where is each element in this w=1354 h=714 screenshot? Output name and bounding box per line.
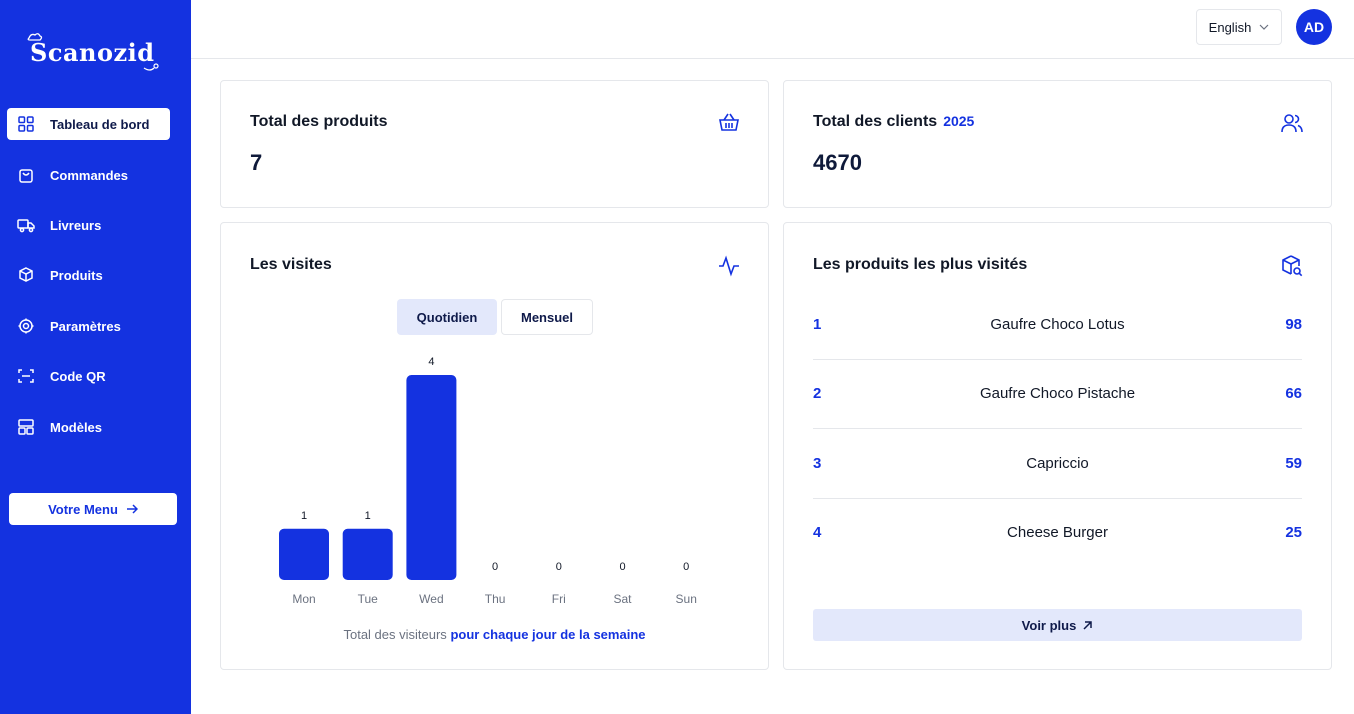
- package-search-icon: [1282, 255, 1303, 277]
- product-visits: 25: [1285, 524, 1302, 541]
- total-products-value: 7: [250, 150, 263, 175]
- product-name: Gaufre Choco Pistache: [979, 385, 1136, 402]
- total-clients-value: 4670: [813, 150, 862, 175]
- chart-caption-emphasis: pour chaque jour de la semaine: [450, 627, 646, 642]
- x-tick-sun: Sun: [676, 592, 697, 606]
- scan-icon: [17, 367, 35, 385]
- users-icon: [1281, 114, 1303, 133]
- sidebar-item-qr-code[interactable]: Code QR: [7, 360, 170, 392]
- basket-icon: [719, 113, 739, 131]
- data-label-sat: 0: [619, 561, 625, 573]
- clients-year: 2025: [943, 113, 975, 129]
- list-item[interactable]: Gaufre Choco Pistache 2 66: [813, 360, 1302, 429]
- x-tick-wed: Wed: [419, 592, 443, 606]
- language-value: English: [1208, 19, 1252, 35]
- package-icon: [17, 266, 35, 284]
- sidebar-item-dashboard[interactable]: Tableau de bord: [7, 108, 170, 140]
- data-label-fri: 0: [556, 561, 562, 573]
- dashboard-grid-icon: [17, 115, 35, 133]
- product-visits: 98: [1285, 316, 1302, 333]
- data-label-wed: 4: [428, 356, 434, 368]
- sidebar-item-orders[interactable]: Commandes: [7, 159, 170, 191]
- sidebar-item-label: Commandes: [50, 167, 129, 183]
- shopping-bag-icon: [17, 166, 35, 184]
- see-more-button[interactable]: Voir plus: [813, 609, 1302, 641]
- truck-icon: [17, 216, 35, 234]
- top-header: English AD: [191, 0, 1354, 59]
- settings-gear-icon: [17, 317, 35, 335]
- total-clients-label: Total des clients: [813, 113, 938, 130]
- x-tick-sat: Sat: [613, 592, 632, 606]
- list-item[interactable]: Cheese Burger 4 25: [813, 499, 1302, 568]
- visits-card: Les visites Quotidien Mensuel 1 Mon 1 Tue 4 W…: [220, 222, 769, 670]
- sidebar-item-label: Tableau de bord: [50, 116, 150, 132]
- product-visits: 59: [1285, 455, 1302, 472]
- x-tick-thu: Thu: [485, 592, 506, 606]
- data-label-mon: 1: [301, 510, 307, 522]
- bar-tue[interactable]: [342, 528, 393, 580]
- list-item[interactable]: Gaufre Choco Lotus 1 98: [813, 291, 1302, 360]
- x-tick-mon: Mon: [292, 592, 315, 606]
- data-label-thu: 0: [492, 561, 498, 573]
- brand-name: Scanozid: [30, 38, 155, 67]
- total-products-title: Total des produits: [250, 113, 388, 130]
- arrow-up-right-icon: [1083, 620, 1093, 630]
- sidebar-item-label: Paramètres: [50, 318, 121, 334]
- product-rank: 2: [813, 385, 822, 402]
- user-avatar[interactable]: AD: [1296, 9, 1332, 45]
- x-tick-fri: Fri: [552, 592, 566, 606]
- visits-bar-chart: 1 Mon 1 Tue 4 Wed 0 Thu 0 Fri 0 Sat 0 Sun: [279, 356, 697, 606]
- total-products-card: Total des produits 7: [220, 80, 769, 208]
- list-item[interactable]: Capriccio 3 59: [813, 430, 1302, 499]
- sidebar-item-label: Modèles: [50, 419, 103, 435]
- sidebar-item-templates[interactable]: Modèles: [7, 411, 170, 443]
- see-more-label: Voir plus: [1021, 617, 1077, 633]
- product-rank: 1: [813, 316, 822, 333]
- product-name: Capriccio: [1026, 455, 1089, 472]
- data-label-sun: 0: [683, 561, 689, 573]
- data-label-tue: 1: [365, 510, 371, 522]
- your-menu-label: Votre Menu: [48, 501, 118, 517]
- total-clients-title: Total des clients 2025: [813, 113, 974, 131]
- arrow-right-icon: [126, 504, 138, 514]
- product-rank: 3: [813, 455, 822, 472]
- sidebar-item-deliverers[interactable]: Livreurs: [7, 209, 170, 241]
- language-select[interactable]: English: [1196, 9, 1282, 45]
- bar-mon[interactable]: [279, 528, 329, 580]
- x-tick-tue: Tue: [358, 592, 379, 606]
- brand-logo[interactable]: Scanozid: [26, 30, 166, 78]
- product-rank: 4: [813, 524, 822, 541]
- sidebar-item-label: Code QR: [50, 368, 106, 384]
- product-name: Cheese Burger: [1007, 524, 1108, 541]
- chart-caption: Total des visiteurs pour chaque jour de …: [221, 627, 768, 642]
- product-name: Gaufre Choco Lotus: [990, 316, 1125, 333]
- sidebar: Scanozid Tableau de bord Commandes Livre…: [0, 0, 191, 714]
- top-products-title: Les produits les plus visités: [813, 256, 1028, 273]
- bar-wed[interactable]: [406, 375, 457, 580]
- your-menu-button[interactable]: Votre Menu: [9, 493, 177, 525]
- sidebar-item-settings[interactable]: Paramètres: [7, 310, 170, 342]
- total-clients-card: Total des clients 2025 4670: [783, 80, 1332, 208]
- sidebar-item-label: Produits: [50, 267, 103, 283]
- sidebar-item-products[interactable]: Produits: [7, 259, 170, 291]
- chart-caption-prefix: Total des visiteurs: [343, 627, 447, 642]
- layout-template-icon: [17, 418, 35, 436]
- product-visits: 66: [1285, 385, 1302, 402]
- chevron-down-icon: [1259, 24, 1269, 30]
- sidebar-item-label: Livreurs: [50, 217, 102, 233]
- top-products-card: Les produits les plus visités Gaufre Cho…: [783, 222, 1332, 670]
